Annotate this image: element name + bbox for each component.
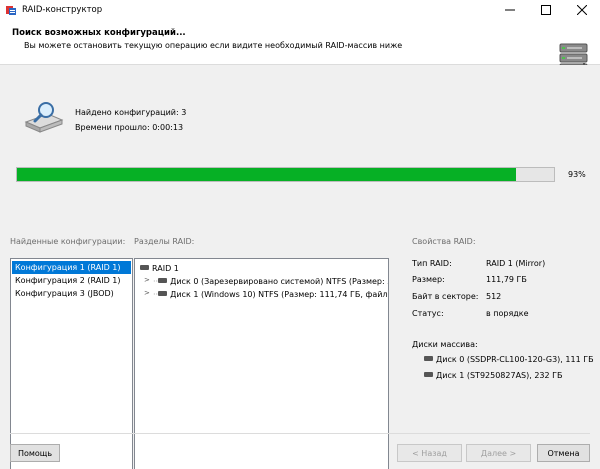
back-button[interactable]: < Назад: [397, 444, 462, 462]
properties-label: Свойства RAID:: [412, 237, 476, 246]
wizard-header: Поиск возможных конфигураций... Вы может…: [0, 20, 600, 80]
wizard-content: Найдено конфигураций: 3 Времени прошло: …: [0, 65, 600, 469]
tree-root-raid[interactable]: RAID 1: [140, 262, 179, 275]
footer-divider: [10, 433, 590, 434]
raid-type-value: RAID 1 (Mirror): [486, 259, 546, 268]
bytes-per-sector-label: Байт в секторе:: [412, 292, 479, 301]
config-item-1[interactable]: Конфигурация 1 (RAID 1): [12, 261, 131, 274]
close-icon: [577, 5, 587, 15]
size-value: 111,79 ГБ: [486, 275, 527, 284]
title-bar[interactable]: RAID-конструктор: [0, 0, 600, 20]
config-item-3[interactable]: Конфигурация 3 (JBOD): [12, 287, 131, 300]
raid-app-icon: [6, 6, 16, 15]
tree-row-partition-2[interactable]: ·· Диск 1 (Windows 10) NTFS (Размер: 111,…: [153, 288, 388, 301]
status-value: в порядке: [486, 309, 529, 318]
header-title: Поиск возможных конфигураций...: [12, 28, 186, 38]
found-configs-text: Найдено конфигураций: 3: [75, 108, 187, 117]
minimize-button[interactable]: [492, 0, 528, 20]
disk-drive-icon: [424, 356, 433, 361]
disk-drive-icon: [424, 372, 433, 377]
close-button[interactable]: [564, 0, 600, 20]
array-disks-label: Диски массива:: [412, 340, 478, 349]
config-item-2[interactable]: Конфигурация 2 (RAID 1): [12, 274, 131, 287]
configs-list[interactable]: Конфигурация 1 (RAID 1) Конфигурация 2 (…: [10, 258, 133, 469]
expand-icon[interactable]: >: [144, 289, 150, 297]
status-label: Статус:: [412, 309, 444, 318]
expand-icon[interactable]: >: [144, 276, 150, 284]
tree-row-partition-1[interactable]: ·· Диск 0 (Зарезервировано системой) NTFS…: [153, 275, 388, 288]
raid-type-label: Тип RAID:: [412, 259, 452, 268]
partition-drive-icon: [158, 291, 168, 296]
maximize-button[interactable]: [528, 0, 564, 20]
partitions-label: Разделы RAID:: [134, 237, 195, 246]
raid-drive-icon: [140, 265, 149, 270]
array-disk-0-label: Диск 0 (SSDPR-CL100-120-G3), 111 ГБ: [436, 355, 594, 364]
maximize-icon: [541, 5, 551, 15]
progress-percent: 93%: [568, 170, 586, 179]
disk-search-icon: [24, 102, 64, 133]
bytes-per-sector-value: 512: [486, 292, 502, 301]
array-disk-1: Диск 1 (ST9250827AS), 232 ГБ: [424, 371, 563, 380]
tree-root-label: RAID 1: [152, 264, 179, 273]
partitions-tree[interactable]: RAID 1 > ·· Диск 0 (Зарезервировано систе…: [134, 258, 389, 469]
header-subtitle: Вы можете остановить текущую операцию ес…: [24, 41, 403, 50]
search-progress-bar: [16, 167, 555, 182]
cancel-button[interactable]: Отмена: [537, 444, 590, 462]
array-disk-1-label: Диск 1 (ST9250827AS), 232 ГБ: [436, 371, 563, 380]
array-disk-0: Диск 0 (SSDPR-CL100-120-G3), 111 ГБ: [424, 355, 594, 364]
next-button[interactable]: Далее >: [466, 444, 531, 462]
configs-label: Найденные конфигурации:: [10, 237, 126, 246]
partition-2-label: Диск 1 (Windows 10) NTFS (Размер: 111,74…: [170, 290, 388, 299]
elapsed-time-text: Времени прошло: 0:00:13: [75, 123, 184, 132]
size-label: Размер:: [412, 275, 445, 284]
partition-1-label: Диск 0 (Зарезервировано системой) NTFS (…: [170, 277, 388, 286]
minimize-icon: [505, 9, 515, 11]
progress-fill: [17, 168, 517, 181]
help-button[interactable]: Помощь: [10, 444, 60, 462]
partition-drive-icon: [158, 278, 168, 283]
window-title: RAID-конструктор: [22, 5, 103, 15]
